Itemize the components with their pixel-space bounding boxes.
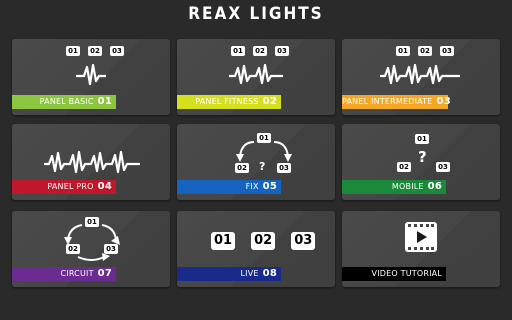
number-box: 03: [436, 162, 450, 172]
panel-pro-label: PANEL PRO 04: [12, 180, 116, 194]
number-box: 03: [440, 46, 454, 56]
number-box: 03: [275, 46, 289, 56]
number-box: 01: [66, 46, 80, 56]
number-box: 02: [251, 232, 276, 250]
panel-basic-label: PANEL BASIC 01: [12, 95, 116, 109]
panel-fitness-label: PANEL FITNESS 02: [177, 95, 281, 109]
number-box: 02: [88, 46, 102, 56]
number-box: 02: [253, 46, 267, 56]
live-label: LIVE 08: [177, 267, 281, 281]
circuit-arrows-icon: [64, 224, 120, 261]
number-box: 02: [397, 162, 411, 172]
number-box: 03: [277, 163, 291, 173]
pulse-wave-icon: [380, 63, 460, 85]
pulse-wave-icon: [44, 150, 140, 174]
panel-intermediate-label: PANEL INTERMEDIATE 03: [342, 95, 451, 109]
video-tutorial-label: VIDEO TUTORIAL: [342, 267, 446, 281]
fix-label: FIX 05: [177, 180, 281, 194]
swap-arrows-icon: [236, 141, 292, 162]
number-box: 03: [110, 46, 124, 56]
number-box: 01: [211, 232, 236, 250]
mobile-tile[interactable]: 01 02 03 ? MOBILE 06: [342, 124, 500, 200]
pulse-wave-icon: [229, 63, 283, 85]
number-box: 02: [418, 46, 432, 56]
panel-intermediate-tile[interactable]: 01 02 03 PANEL INTERMEDIATE 03: [342, 39, 500, 115]
video-play-icon: [405, 222, 437, 252]
pulse-wave-icon: [76, 63, 106, 86]
live-tile[interactable]: 01 02 03 LIVE 08: [177, 211, 335, 287]
number-box: 01: [396, 46, 410, 56]
number-box: 01: [231, 46, 245, 56]
number-box: 03: [291, 232, 316, 250]
panel-fitness-tile[interactable]: 01 02 03 PANEL FITNESS 02: [177, 39, 335, 115]
circuit-label: CIRCUIT 07: [12, 267, 116, 281]
fix-tile[interactable]: 01 02 03 ? FIX 05: [177, 124, 335, 200]
question-mark-icon: ?: [418, 148, 427, 166]
panel-pro-tile[interactable]: PANEL PRO 04: [12, 124, 170, 200]
mobile-label: MOBILE 06: [342, 180, 446, 194]
number-box: 02: [235, 163, 249, 173]
number-box: 01: [415, 134, 429, 144]
circuit-tile[interactable]: 01 02 03 CIRCUIT 07: [12, 211, 170, 287]
app-title: REAX LIGHTS: [188, 4, 324, 24]
panel-basic-tile[interactable]: 01 02 03 PANEL BASIC 01: [12, 39, 170, 115]
video-tutorial-tile[interactable]: VIDEO TUTORIAL: [342, 211, 500, 287]
